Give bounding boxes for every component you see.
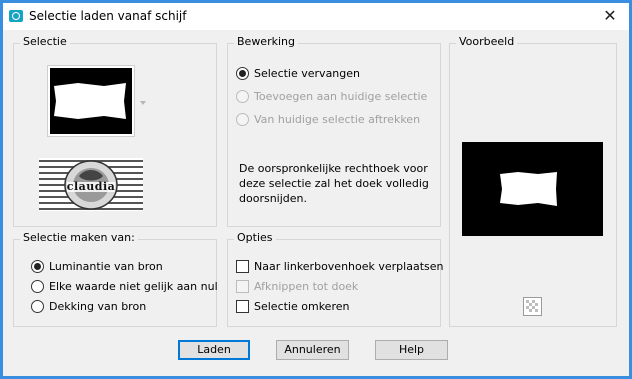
radio-luminantie[interactable]: Luminantie van bron: [31, 260, 163, 273]
checkbox-unchecked-icon[interactable]: [236, 280, 249, 293]
checkerboard-icon[interactable]: [523, 297, 542, 316]
checkbox-label: Selectie omkeren: [254, 300, 350, 313]
radio-aftrekken[interactable]: Van huidige selectie aftrekken: [236, 113, 420, 126]
dialog-window: Selectie laden vanaf schijf ✕ Selectie c…: [3, 3, 629, 376]
radio-dekking[interactable]: Dekking van bron: [31, 300, 146, 313]
description-line: De oorspronkelijke rechthoek voor: [239, 162, 428, 175]
radio-checked-icon[interactable]: [236, 67, 249, 80]
radio-label: Elke waarde niet gelijk aan nul: [49, 280, 218, 293]
radio-toevoegen[interactable]: Toevoegen aan huidige selectie: [236, 90, 427, 103]
bewerking-description: De oorspronkelijke rechthoek voor deze s…: [239, 161, 429, 206]
maken-van-group-label: Selectie maken van:: [20, 231, 138, 244]
radio-label: Toevoegen aan huidige selectie: [254, 90, 428, 103]
radio-checked-icon[interactable]: [31, 260, 44, 273]
voorbeeld-group-label: Voorbeeld: [456, 35, 518, 48]
title-bar: Selectie laden vanaf schijf ✕: [3, 3, 629, 30]
radio-label: Dekking van bron: [49, 300, 147, 313]
selection-thumbnail-image: [50, 68, 132, 134]
checkbox-unchecked-icon[interactable]: [236, 300, 249, 313]
laden-button[interactable]: Laden: [178, 340, 250, 360]
radio-elke-waarde[interactable]: Elke waarde niet gelijk aan nul: [31, 280, 218, 293]
annuleren-button[interactable]: Annuleren: [276, 340, 349, 360]
radio-unchecked-icon[interactable]: [31, 300, 44, 313]
preview-area: [462, 142, 603, 236]
radio-unchecked-icon[interactable]: [236, 113, 249, 126]
close-button[interactable]: ✕: [599, 6, 621, 26]
source-image-thumbnail[interactable]: claudia: [39, 158, 143, 211]
checkbox-label: Naar linkerbovenhoek verplaatsen: [254, 260, 444, 273]
bewerking-group-label: Bewerking: [234, 35, 298, 48]
description-line: deze selectie zal het doek volledig: [239, 177, 429, 190]
description-line: doorsnijden.: [239, 192, 307, 205]
checkerboard-icon-graphic: [526, 300, 538, 312]
radio-label: Luminantie van bron: [49, 260, 163, 273]
radio-label: Van huidige selectie aftrekken: [254, 113, 421, 126]
app-icon: [9, 10, 23, 22]
radio-label: Selectie vervangen: [254, 67, 360, 80]
radio-unchecked-icon[interactable]: [236, 90, 249, 103]
logo-text: claudia: [66, 180, 116, 193]
radio-unchecked-icon[interactable]: [31, 280, 44, 293]
help-button[interactable]: Help: [375, 340, 448, 360]
checkbox-label: Afknippen tot doek: [254, 280, 359, 293]
selection-thumbnail[interactable]: [47, 65, 135, 137]
selectie-group-label: Selectie: [20, 35, 70, 48]
checkbox-unchecked-icon[interactable]: [236, 260, 249, 273]
radio-selectie-vervangen[interactable]: Selectie vervangen: [236, 67, 360, 80]
opties-group-label: Opties: [234, 231, 276, 244]
checkbox-omkeren[interactable]: Selectie omkeren: [236, 300, 349, 313]
preview-image: [500, 172, 557, 206]
checkbox-linkerbovenhoek[interactable]: Naar linkerbovenhoek verplaatsen: [236, 260, 443, 273]
window-title: Selectie laden vanaf schijf: [29, 9, 187, 23]
thumbnail-dropdown-icon[interactable]: [140, 101, 146, 105]
checkbox-afknippen[interactable]: Afknippen tot doek: [236, 280, 358, 293]
